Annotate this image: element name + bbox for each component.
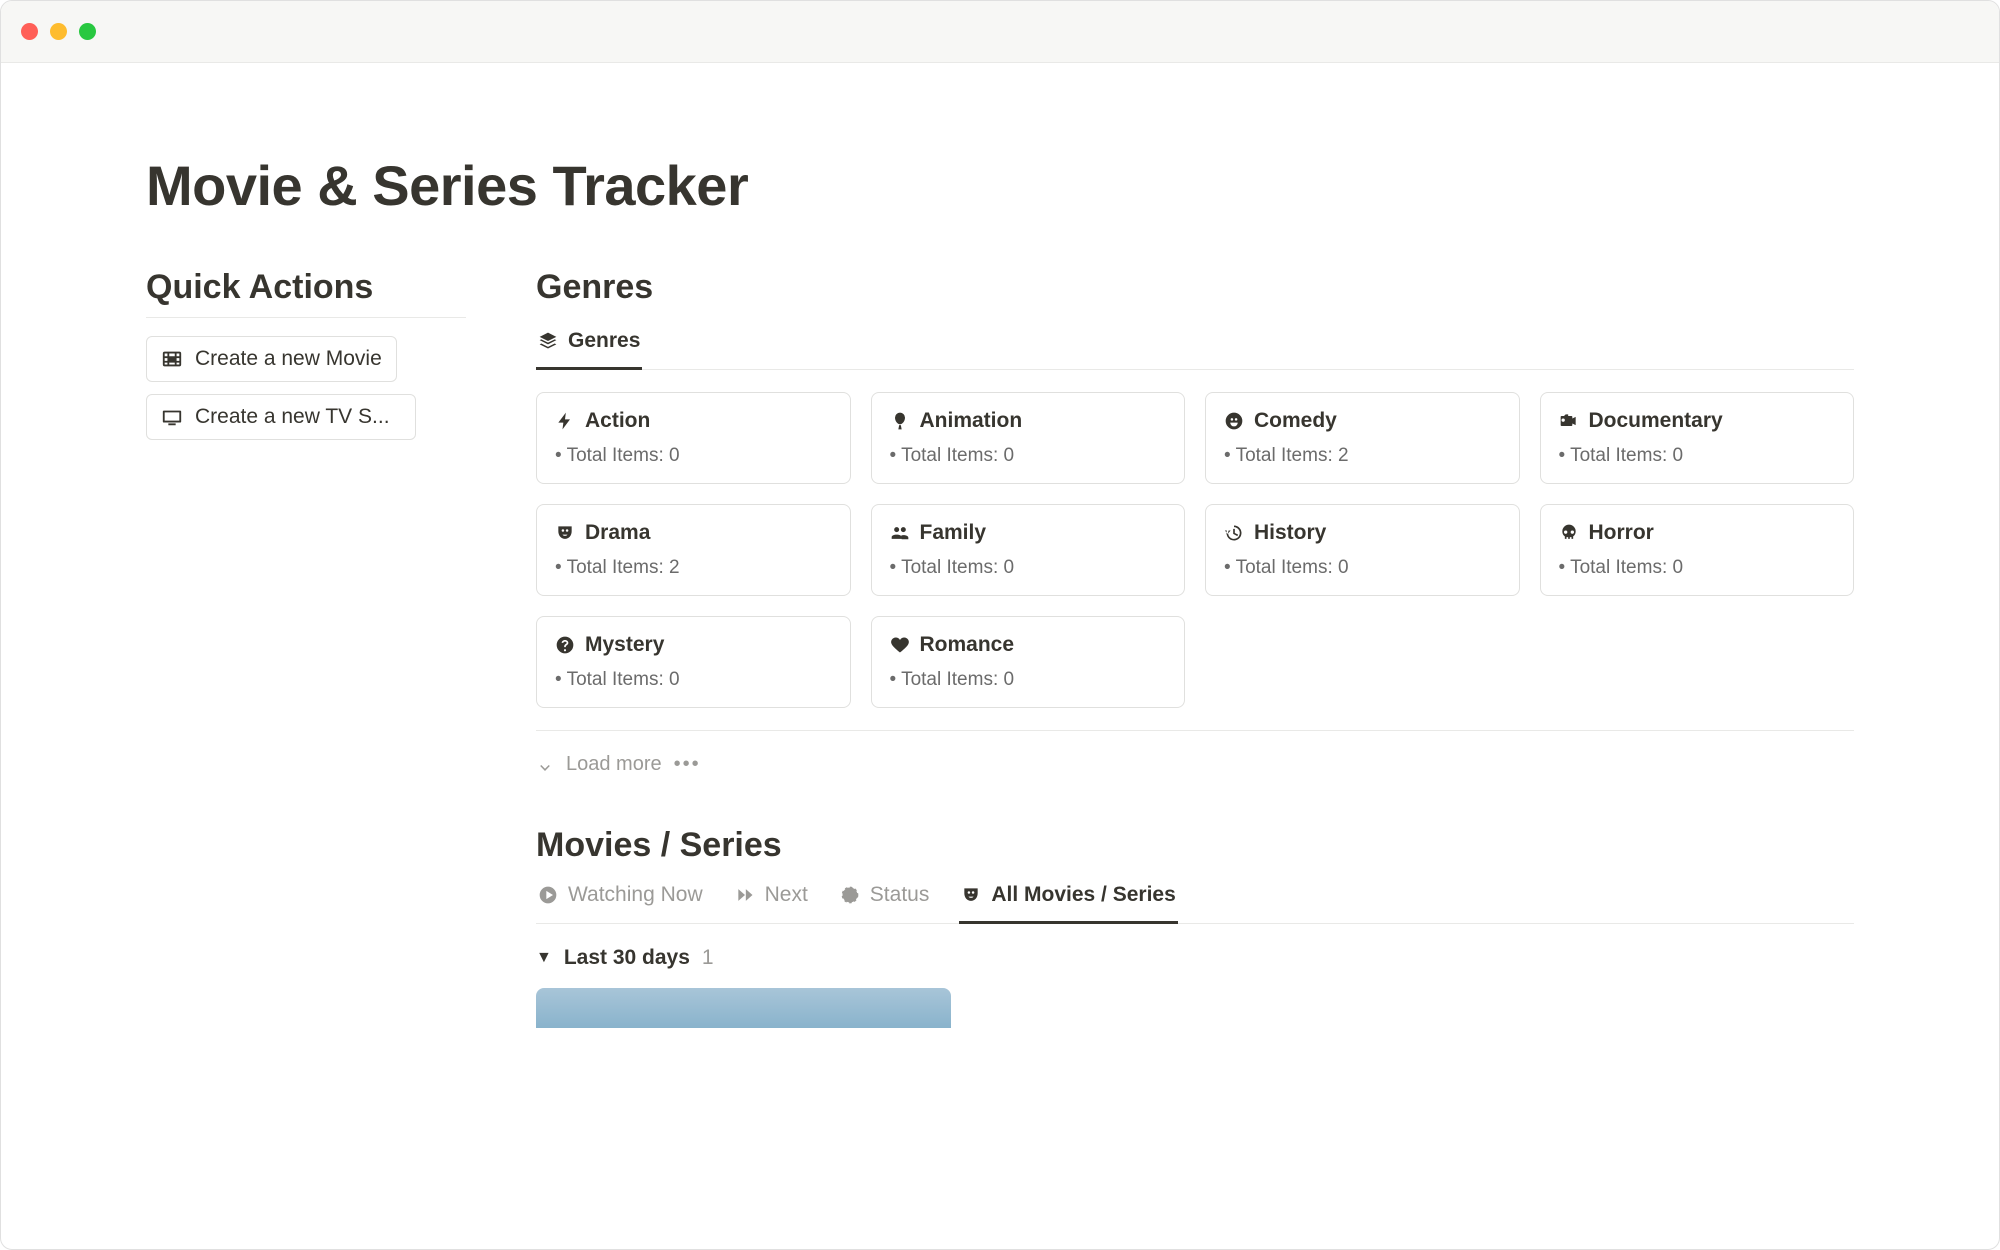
quick-actions-section: Quick Actions Create a new Movie Create … xyxy=(146,268,466,1028)
columns: Quick Actions Create a new Movie Create … xyxy=(146,268,1854,1028)
genre-meta: • Total Items: 0 xyxy=(555,445,832,467)
genres-tabbar: Genres xyxy=(536,319,1854,370)
load-more-button[interactable]: Load more ••• xyxy=(536,749,1854,806)
genre-meta: • Total Items: 0 xyxy=(1224,557,1501,579)
movies-series-heading: Movies / Series xyxy=(536,826,1854,865)
tab-label: Watching Now xyxy=(568,883,703,907)
genre-name: History xyxy=(1254,521,1326,545)
genre-card-romance[interactable]: Romance • Total Items: 0 xyxy=(871,616,1186,708)
app-window: Movie & Series Tracker Quick Actions Cre… xyxy=(0,0,2000,1250)
create-tv-series-button[interactable]: Create a new TV S... xyxy=(146,394,416,440)
genre-name: Documentary xyxy=(1589,409,1723,433)
ellipsis-icon: ••• xyxy=(674,753,701,776)
genres-section: Genres Genres Action xyxy=(536,268,1854,806)
genres-heading: Genres xyxy=(536,268,1854,307)
genre-card-action[interactable]: Action • Total Items: 0 xyxy=(536,392,851,484)
gallery-card[interactable] xyxy=(536,988,951,1028)
page-content: Movie & Series Tracker Quick Actions Cre… xyxy=(1,63,1999,1028)
camera-icon xyxy=(1559,411,1579,431)
create-tv-series-label: Create a new TV S... xyxy=(195,405,390,429)
load-more-label: Load more xyxy=(566,753,662,776)
genre-card-mystery[interactable]: Mystery • Total Items: 0 xyxy=(536,616,851,708)
question-icon xyxy=(555,635,575,655)
genre-name: Drama xyxy=(585,521,650,545)
tv-icon xyxy=(161,406,183,428)
maximize-window-button[interactable] xyxy=(79,23,96,40)
window-controls xyxy=(21,23,96,40)
page-title: Movie & Series Tracker xyxy=(146,153,1854,218)
genre-name: Comedy xyxy=(1254,409,1337,433)
group-header-last-30-days[interactable]: ▼ Last 30 days 1 xyxy=(536,946,1854,970)
mask-icon xyxy=(961,885,981,905)
play-icon xyxy=(538,885,558,905)
tab-all-movies-series[interactable]: All Movies / Series xyxy=(959,873,1177,924)
genre-meta: • Total Items: 0 xyxy=(1559,557,1836,579)
heart-icon xyxy=(890,635,910,655)
tab-label: Next xyxy=(765,883,808,907)
arrow-down-icon xyxy=(536,756,554,774)
skull-icon xyxy=(1559,523,1579,543)
genre-card-history[interactable]: History • Total Items: 0 xyxy=(1205,504,1520,596)
history-icon xyxy=(1224,523,1244,543)
caret-down-icon: ▼ xyxy=(536,949,552,967)
genre-name: Mystery xyxy=(585,633,664,657)
tab-label: Status xyxy=(870,883,930,907)
genre-meta: • Total Items: 2 xyxy=(1224,445,1501,467)
smile-icon xyxy=(1224,411,1244,431)
tab-genres-label: Genres xyxy=(568,329,640,353)
people-icon xyxy=(890,523,910,543)
create-movie-label: Create a new Movie xyxy=(195,347,382,371)
tab-label: All Movies / Series xyxy=(991,883,1175,907)
tab-next[interactable]: Next xyxy=(733,873,810,924)
main-column: Genres Genres Action xyxy=(536,268,1854,1028)
genre-meta: • Total Items: 2 xyxy=(555,557,832,579)
genre-name: Romance xyxy=(920,633,1015,657)
minimize-window-button[interactable] xyxy=(50,23,67,40)
group-count: 1 xyxy=(702,946,714,970)
genre-name: Family xyxy=(920,521,987,545)
genre-meta: • Total Items: 0 xyxy=(890,557,1167,579)
bolt-icon xyxy=(555,411,575,431)
movies-tabbar: Watching Now Next Status All Movies xyxy=(536,873,1854,924)
quick-actions-heading: Quick Actions xyxy=(146,268,466,318)
genre-meta: • Total Items: 0 xyxy=(890,445,1167,467)
film-icon xyxy=(161,348,183,370)
tab-status[interactable]: Status xyxy=(838,873,932,924)
group-label: Last 30 days xyxy=(564,946,690,970)
genre-card-comedy[interactable]: Comedy • Total Items: 2 xyxy=(1205,392,1520,484)
genre-name: Animation xyxy=(920,409,1023,433)
tab-watching-now[interactable]: Watching Now xyxy=(536,873,705,924)
dashed-circle-icon xyxy=(840,885,860,905)
genre-card-drama[interactable]: Drama • Total Items: 2 xyxy=(536,504,851,596)
genre-card-animation[interactable]: Animation • Total Items: 0 xyxy=(871,392,1186,484)
titlebar xyxy=(1,1,1999,63)
genre-meta: • Total Items: 0 xyxy=(1559,445,1836,467)
mask-icon xyxy=(555,523,575,543)
create-movie-button[interactable]: Create a new Movie xyxy=(146,336,397,382)
close-window-button[interactable] xyxy=(21,23,38,40)
tab-genres[interactable]: Genres xyxy=(536,319,642,370)
genre-meta: • Total Items: 0 xyxy=(890,669,1167,691)
genre-card-family[interactable]: Family • Total Items: 0 xyxy=(871,504,1186,596)
layers-icon xyxy=(538,331,558,351)
genre-name: Action xyxy=(585,409,650,433)
genre-card-documentary[interactable]: Documentary • Total Items: 0 xyxy=(1540,392,1855,484)
movies-series-section: Movies / Series Watching Now Next St xyxy=(536,826,1854,1028)
genre-card-horror[interactable]: Horror • Total Items: 0 xyxy=(1540,504,1855,596)
genre-name: Horror xyxy=(1589,521,1654,545)
balloon-icon xyxy=(890,411,910,431)
genre-meta: • Total Items: 0 xyxy=(555,669,832,691)
forward-icon xyxy=(735,885,755,905)
genre-grid: Action • Total Items: 0 Animation • Tota… xyxy=(536,392,1854,731)
